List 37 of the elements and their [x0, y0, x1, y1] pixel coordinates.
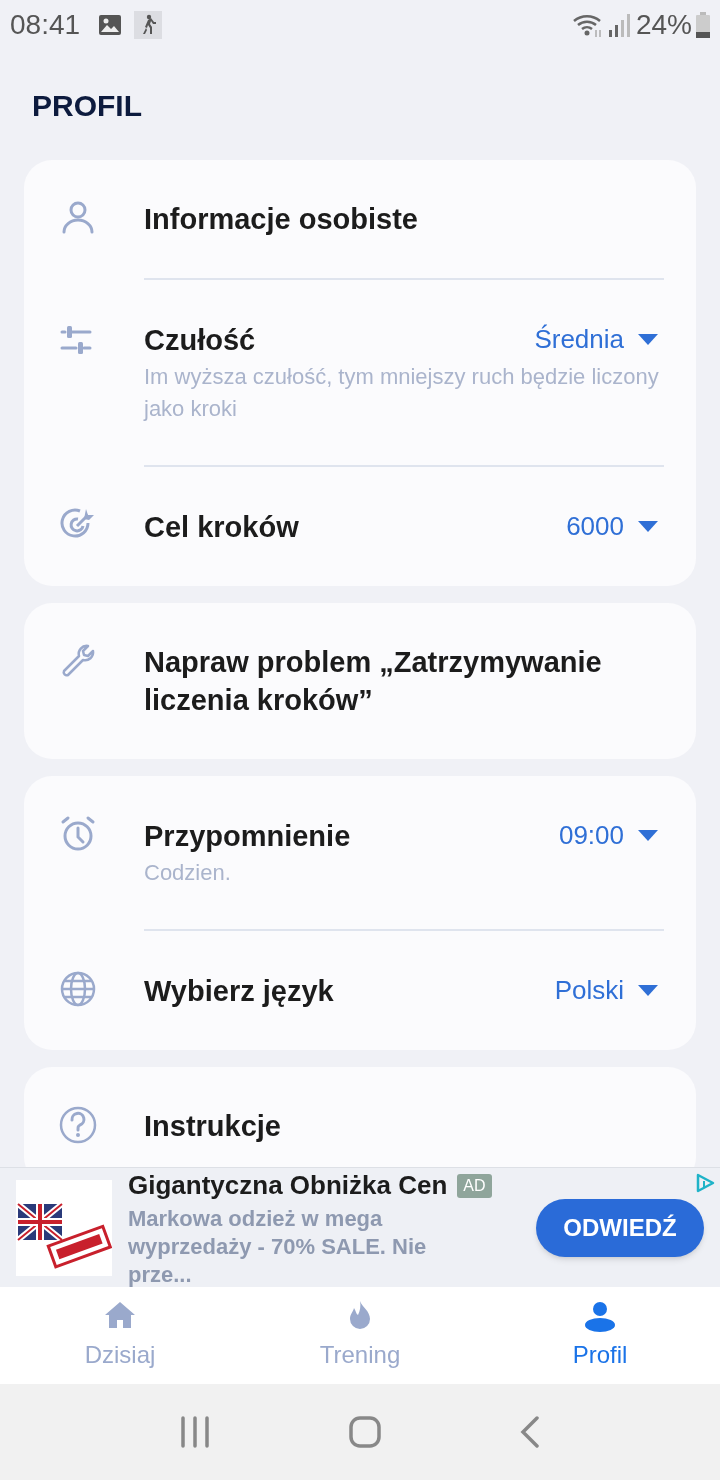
help-icon: [58, 1105, 98, 1145]
setting-label[interactable]: Cel kroków: [144, 507, 555, 546]
visit-button[interactable]: ODWIEDŹ: [536, 1198, 704, 1257]
status-time: 08:41: [10, 8, 81, 42]
battery-percent: 24%: [635, 8, 692, 42]
home-button-icon[interactable]: [349, 1416, 381, 1448]
ad-label: AD: [457, 1173, 492, 1198]
setting-label[interactable]: Wybierz język: [144, 971, 543, 1010]
value-dropdown[interactable]: 6000: [566, 507, 658, 546]
nav-tab[interactable]: Profil: [480, 1287, 720, 1384]
caret-icon: [638, 334, 658, 345]
ad-banner[interactable]: Gigantyczna Obniżka Cen AD Markowa odzież w mega wyprzedaży - 70% SALE. Nie prze... ODWIEDŹ: [0, 1167, 720, 1287]
caret-icon: [638, 830, 658, 841]
setting-label[interactable]: Informacje osobiste: [144, 200, 664, 238]
globe-icon: [58, 969, 98, 1009]
caret-icon: [638, 521, 658, 532]
signal-icon: [607, 12, 630, 38]
setting-label[interactable]: Instrukcje: [144, 1107, 664, 1145]
back-icon[interactable]: [520, 1416, 541, 1448]
recent-apps-icon[interactable]: [179, 1416, 210, 1448]
ad-title: Gigantyczna Obniżka Cen: [128, 1169, 448, 1202]
setting-label[interactable]: Przypomnienie: [144, 816, 547, 855]
setting-label[interactable]: Napraw problem „Zatrzymywanie liczenia kroków”: [144, 643, 664, 719]
page-title: PROFIL: [32, 87, 142, 124]
image-icon: [98, 14, 123, 36]
wifi-icon: [571, 12, 604, 38]
battery-icon: [696, 12, 710, 38]
value-dropdown[interactable]: 09:00: [558, 816, 658, 855]
value-dropdown[interactable]: Średnia: [534, 320, 658, 359]
setting-description: Codzien.: [144, 859, 232, 887]
ad-description: Markowa odzież w mega wyprzedaży - 70% SALE. Nie prze...: [128, 1205, 428, 1289]
setting-label[interactable]: Czułość: [144, 320, 523, 359]
walking-person-icon: [134, 11, 163, 39]
caret-icon: [638, 985, 658, 996]
ad-choices-icon[interactable]: [694, 1172, 716, 1194]
value-dropdown[interactable]: Polski: [554, 971, 658, 1010]
setting-description: Im wyższa czułość, tym mniejszy ruch będzie liczony jako kroki: [144, 363, 660, 423]
